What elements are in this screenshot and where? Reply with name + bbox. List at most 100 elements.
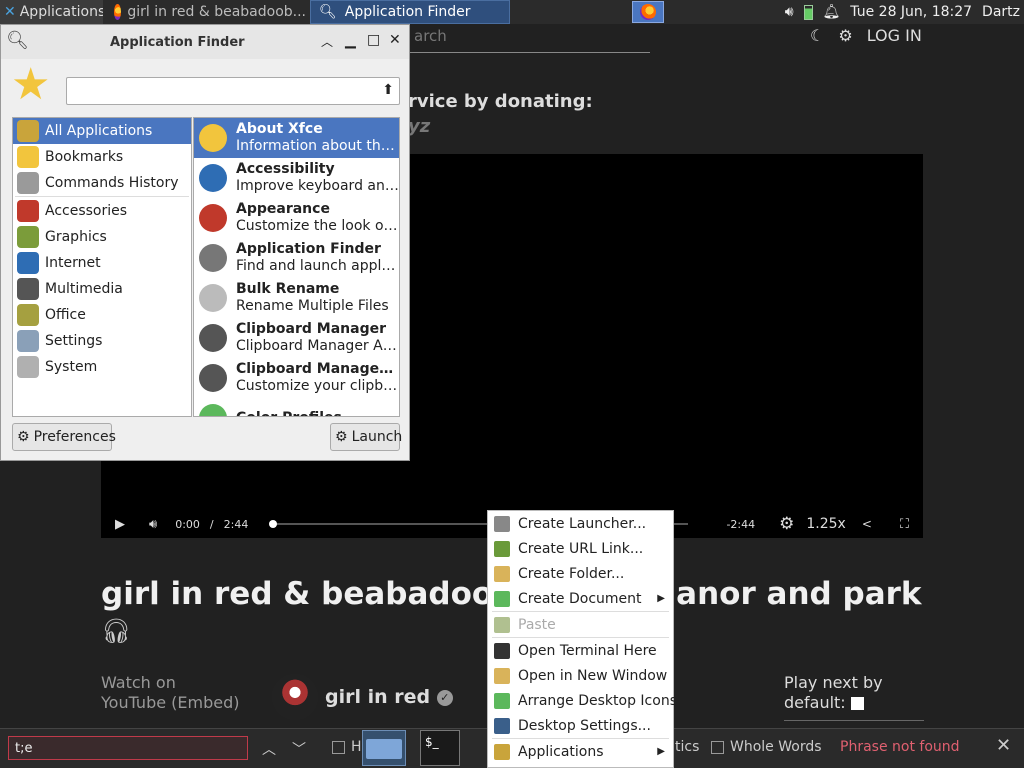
category-item[interactable]: Accessories [13,198,191,224]
application-text: Clipboard ManagerClipboard Manager Autos… [236,321,399,355]
menu-item-label: Paste [518,616,556,633]
share-icon[interactable]: < [862,517,872,531]
video-progress-knob[interactable] [269,520,277,528]
menu-item[interactable]: Arrange Desktop Icons [488,688,677,713]
application-description: Customize the look of your desktop [236,218,399,234]
volume-icon[interactable]: 🔊︎ [149,517,157,532]
application-item[interactable]: Color Profiles [194,398,399,416]
verified-icon: ✓ [436,689,453,706]
applications-menu-button[interactable]: ✕ Applications [0,0,103,24]
find-input[interactable] [8,736,248,760]
play-next-checkbox[interactable] [850,697,864,710]
application-item[interactable]: Clipboard Manager SettingsCustomize your… [194,358,399,398]
menu-item[interactable]: Create Folder... [488,561,673,586]
window-shade-icon[interactable]: ︿ [321,33,333,50]
fullscreen-icon[interactable]: ⛶ [900,517,909,532]
window-close-icon[interactable]: ✕ [389,32,401,48]
site-search-input[interactable]: arch [414,27,447,45]
next-match-icon[interactable]: ﹀ [292,739,306,759]
settings-gear-icon[interactable]: ⚙ [838,26,852,45]
file-manager-launcher[interactable] [362,730,406,766]
login-link[interactable]: LOG IN [867,26,922,45]
highlight-all-checkbox[interactable] [332,740,345,754]
battery-icon[interactable] [803,4,813,20]
folder-icon [494,667,510,684]
application-item[interactable]: About XfceInformation about the Xfce Des… [194,118,399,158]
application-item[interactable]: AppearanceCustomize the look of your des… [194,198,399,238]
star-icon [196,121,230,155]
category-item[interactable]: Internet [13,250,191,276]
video-title-start: girl in red & beabadoo [101,576,494,612]
menu-item[interactable]: Applications ▶ [488,739,673,764]
dark-mode-icon[interactable]: ☾ [810,26,824,45]
category-item[interactable]: Graphics [13,224,191,250]
application-item[interactable]: AccessibilityImprove keyboard and mouse … [194,158,399,198]
menu-item-label: Create Folder... [518,565,625,582]
app-icon-shape [199,324,227,352]
application-name: Appearance [236,201,330,217]
window-minimize-icon[interactable]: ▁ [345,33,356,49]
volume-icon[interactable]: 🔊︎ [785,4,794,20]
finder-search-input[interactable]: ⬆ [66,77,400,105]
preferences-button[interactable]: ⚙ Preferences [12,423,116,451]
whole-words-option[interactable]: Whole Words [711,739,822,755]
category-label: Multimedia [45,281,123,297]
taskbar-item-browser[interactable]: girl in red & beabadoob... [106,0,306,24]
clock[interactable]: Tue 28 Jun, 18:27 [850,4,972,20]
menu-item[interactable]: Create URL Link... [488,536,673,561]
menu-item[interactable]: Create Launcher... [488,511,673,536]
window-maximize-icon[interactable]: □ [367,32,380,48]
history-arrow-icon[interactable]: ⬆ [382,82,394,98]
close-find-bar-icon[interactable]: ✕ [996,735,1011,756]
application-item[interactable]: Application Finder Find and launch applic… [194,238,399,278]
playback-speed[interactable]: 1.25x [806,516,845,532]
artist-avatar[interactable] [272,674,318,720]
applications-label: Applications [19,4,103,20]
embed-link[interactable]: (Embed) [171,693,239,712]
submenu-arrow-icon: ▶ [657,746,665,757]
watch-on-label: Watch on [101,673,176,692]
taskbar-item-app-finder[interactable]: 🔍︎ Application Finder [310,0,510,24]
menu-item[interactable]: Open in New Window [488,663,673,688]
category-item[interactable]: Multimedia [13,276,191,302]
application-name: About Xfce [236,121,323,137]
menu-item[interactable]: Create Document ▶ [488,586,673,611]
menu-item-label: Open Terminal Here [518,642,657,659]
file-manager-icon [366,739,402,759]
desktop-icon [494,717,510,734]
category-item[interactable]: System [13,354,191,380]
previous-match-icon[interactable]: ︿ [262,739,276,759]
category-item[interactable]: Settings [13,328,191,354]
play-icon[interactable]: ▶ [115,517,125,532]
highlight-all-option[interactable]: H [332,739,362,755]
youtube-link[interactable]: YouTube [101,693,166,712]
application-item[interactable]: Bulk Rename Rename Multiple Files [194,278,399,318]
menu-item[interactable]: Open Terminal Here [488,638,673,663]
launch-button[interactable]: ⚙ Launch [330,423,402,451]
settings-gear-icon[interactable]: ⚙ [779,514,794,534]
magnifier-icon [196,241,230,275]
user-name[interactable]: Dartz [982,4,1020,20]
preferences-label: Preferences [33,429,116,445]
time-separator: / [209,517,214,531]
application-item[interactable]: Clipboard ManagerClipboard Manager Autos… [194,318,399,358]
time-total: 2:44 [223,517,249,531]
finder-star-icon: ★ [11,59,51,110]
artist-name[interactable]: girl in red ✓ [325,686,453,708]
category-item[interactable]: Bookmarks [13,144,191,170]
category-item[interactable]: Office [13,302,191,328]
category-list: All Applications Bookmarks Commands Histor… [12,117,192,417]
window-titlebar[interactable]: 🔍︎ Application Finder ︿ ▁ □ ✕ [1,25,409,59]
terminal-launcher[interactable]: $_ [420,730,460,766]
notification-bell-icon[interactable]: 🔔︎ [823,4,841,20]
category-label: Graphics [45,229,107,245]
app-icon-shape [199,164,227,192]
category-item[interactable]: Commands History [13,170,191,196]
menu-item[interactable]: Desktop Settings... [488,713,673,738]
firefox-launcher[interactable] [632,1,664,23]
artist-name-label: girl in red [325,686,431,708]
application-description: Find and launch applications [236,258,399,274]
category-item[interactable]: All Applications [13,118,191,144]
whole-words-checkbox[interactable] [711,740,724,754]
whole-words-label: Whole Words [730,739,822,755]
